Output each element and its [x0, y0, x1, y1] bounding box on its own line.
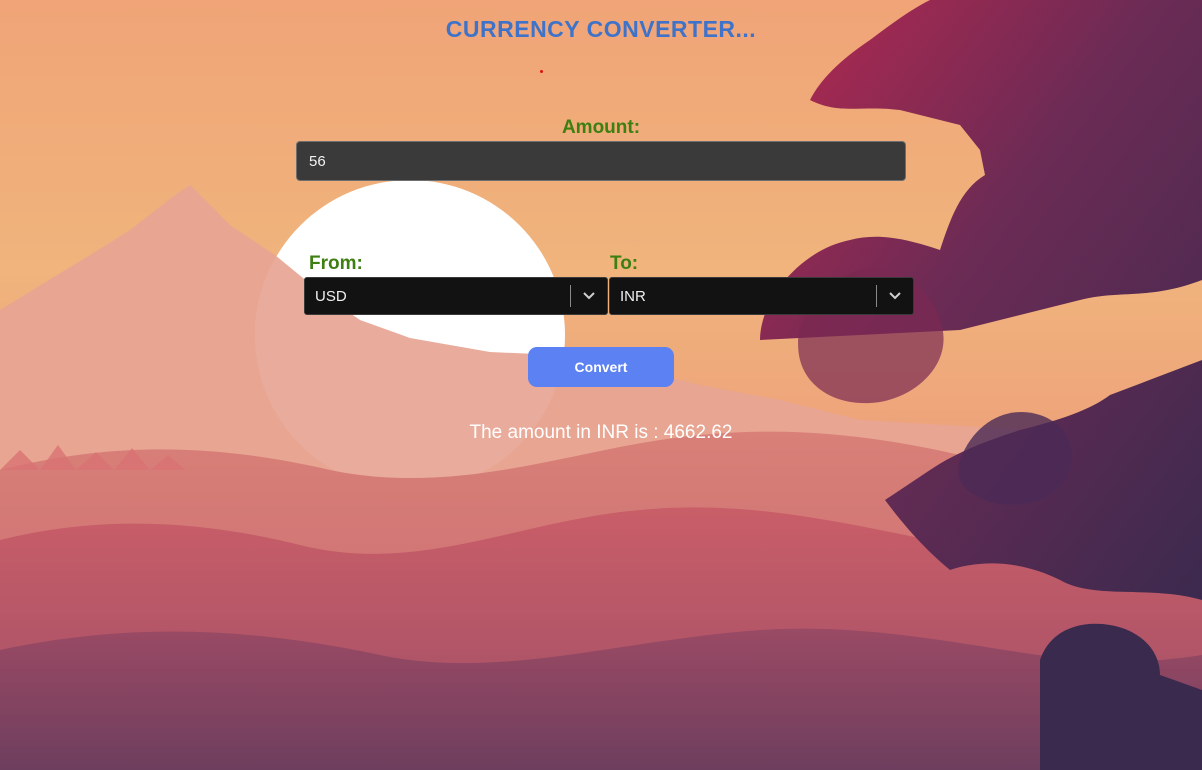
amount-input[interactable]	[296, 141, 906, 181]
from-label: From:	[309, 253, 363, 274]
from-currency-value: USD	[315, 287, 347, 305]
page-title: CURRENCY CONVERTER...	[445, 16, 757, 42]
amount-label: Amount:	[561, 117, 641, 138]
chevron-down-icon[interactable]	[571, 278, 607, 314]
red-dot	[540, 70, 543, 73]
to-currency-value: INR	[620, 287, 646, 305]
to-label: To:	[610, 253, 639, 274]
conversion-result: The amount in INR is : 4662.62	[469, 422, 733, 443]
from-currency-select[interactable]: USD	[304, 277, 608, 315]
convert-button[interactable]: Convert	[528, 347, 674, 387]
chevron-down-icon[interactable]	[877, 278, 913, 314]
to-currency-select[interactable]: INR	[609, 277, 914, 315]
